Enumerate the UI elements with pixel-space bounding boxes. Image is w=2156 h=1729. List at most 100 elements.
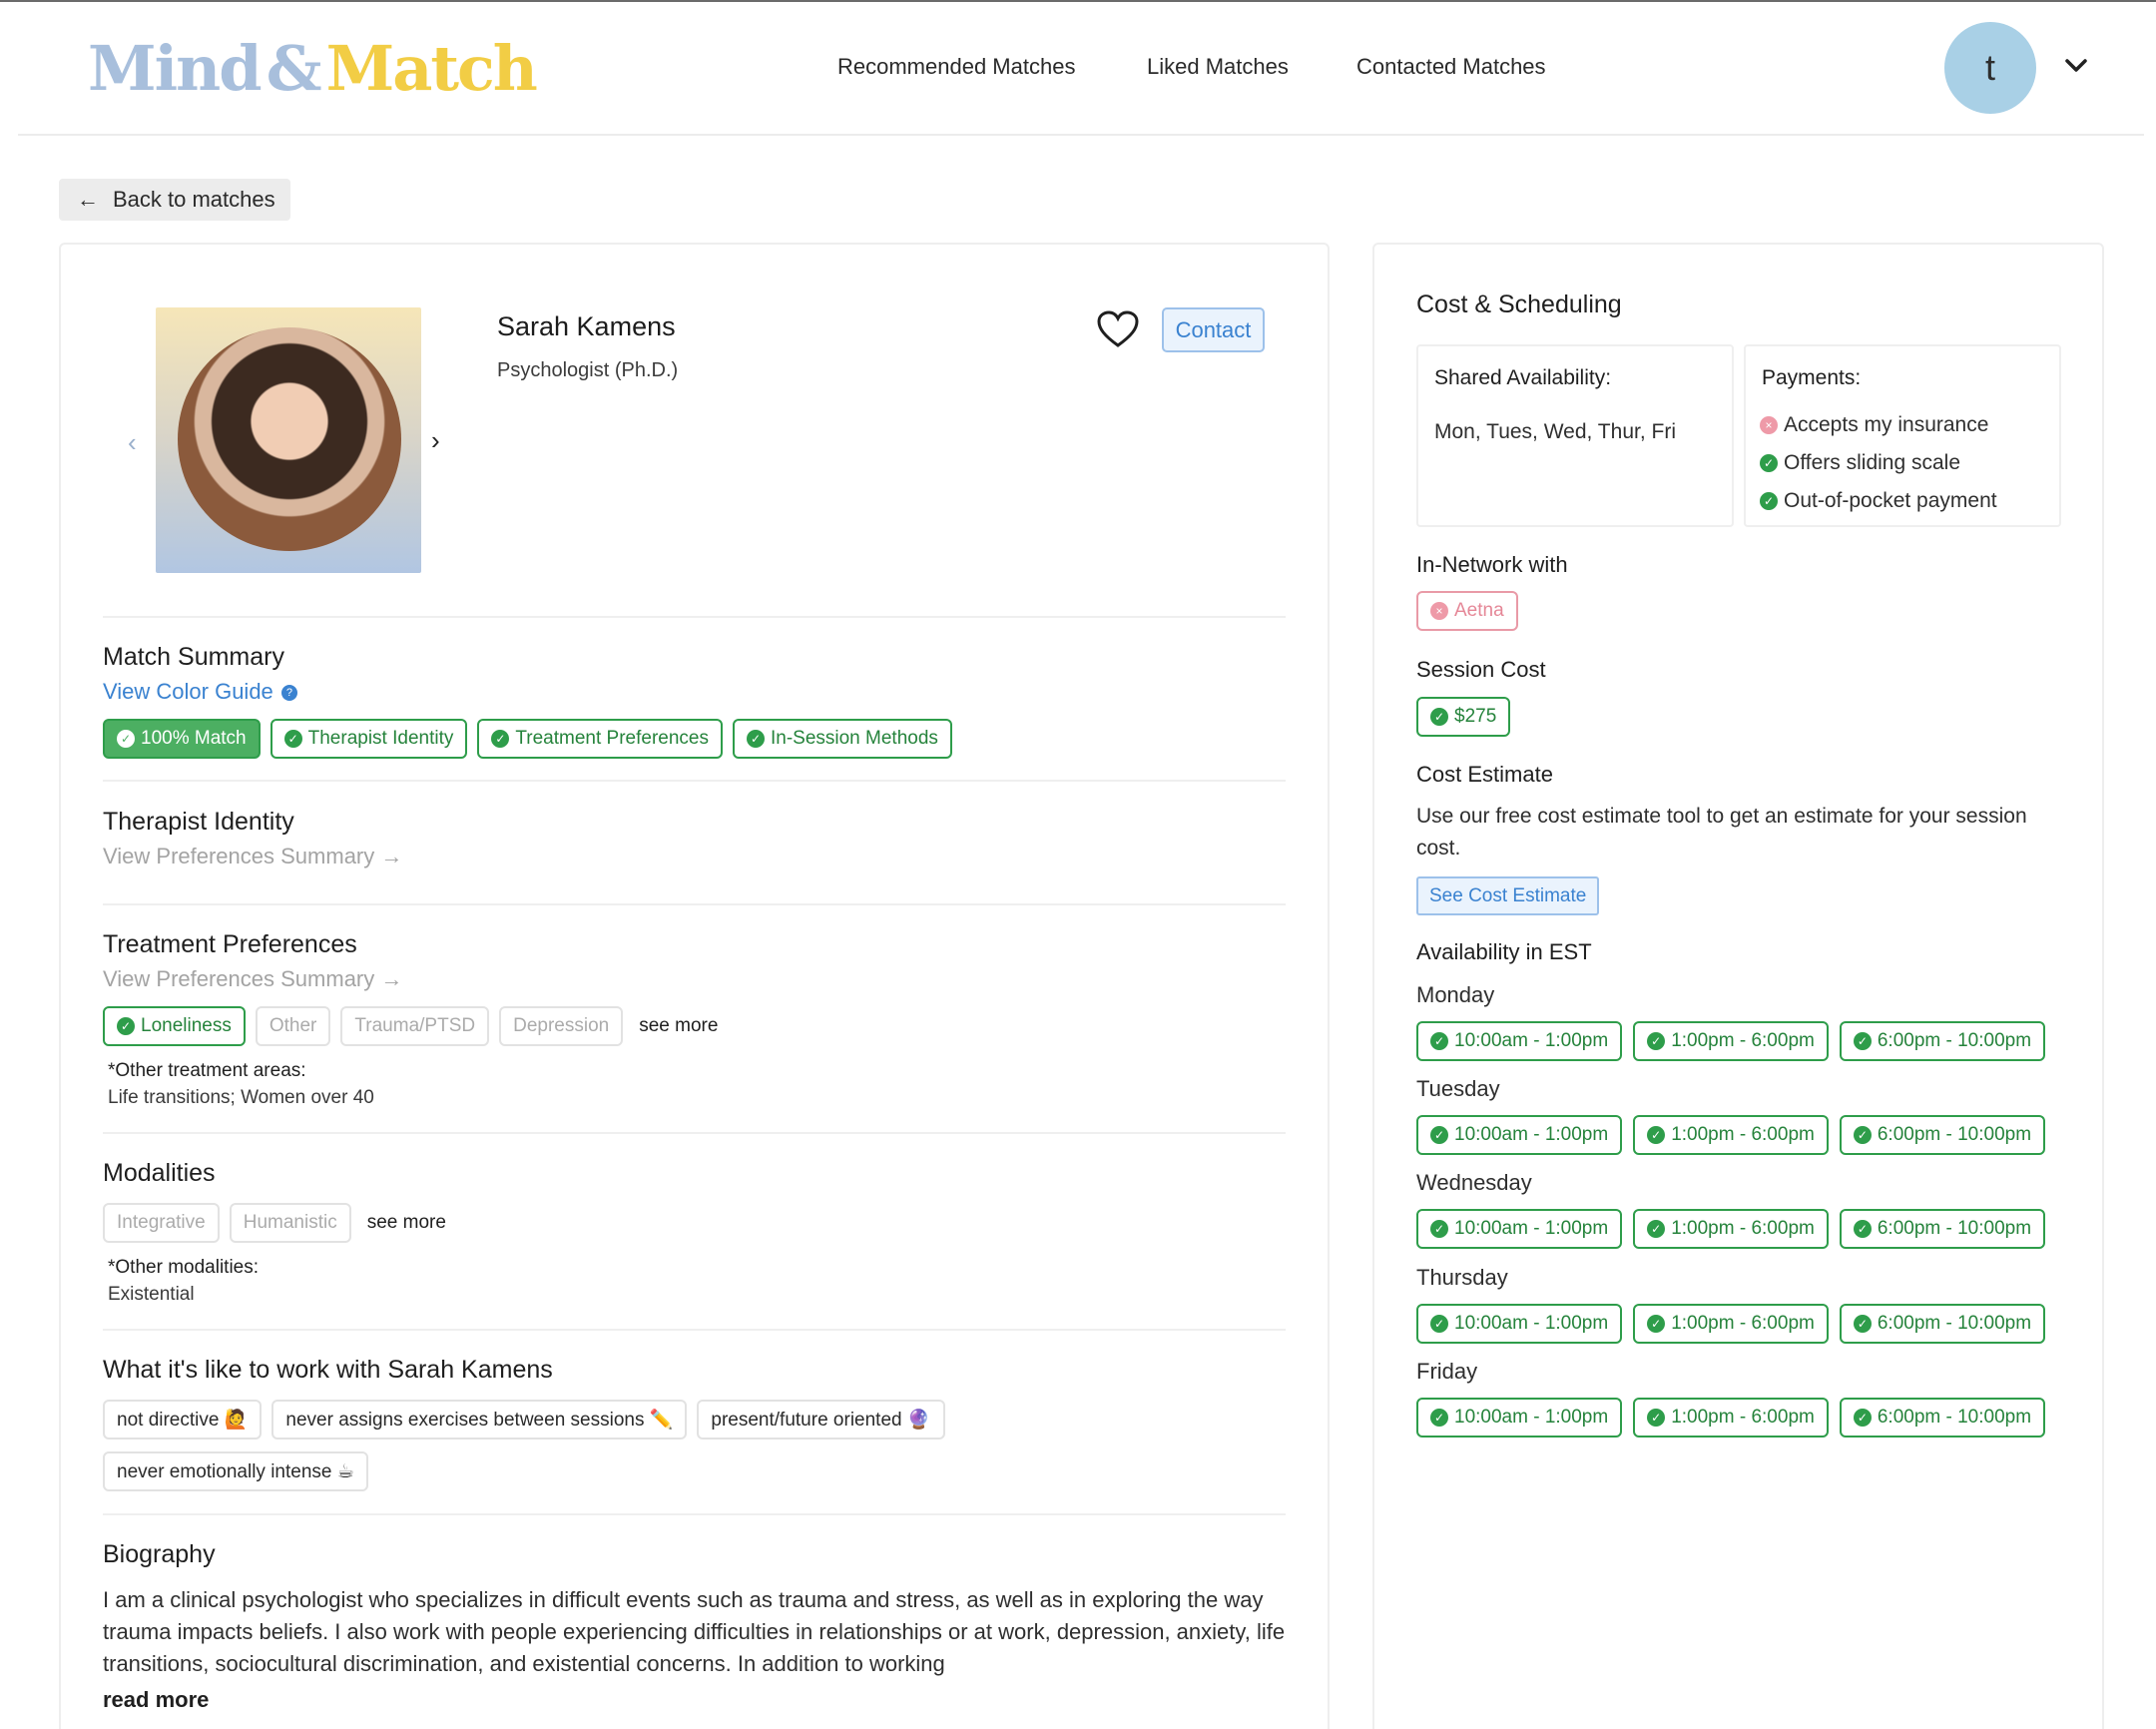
check-icon: ✓: [1430, 1220, 1448, 1238]
nav-recommended-matches[interactable]: Recommended Matches: [837, 54, 1075, 80]
slot-label: 6:00pm - 10:00pm: [1877, 1124, 2032, 1145]
slot-label: 10:00am - 1:00pm: [1454, 1030, 1609, 1051]
time-slot[interactable]: ✓ 6:00pm - 10:00pm: [1839, 1021, 2046, 1061]
time-slot[interactable]: ✓ 10:00am - 1:00pm: [1416, 1398, 1623, 1438]
carousel-next-icon[interactable]: ›: [431, 425, 440, 456]
logo-amp: &: [266, 32, 322, 105]
check-icon: ✓: [1853, 1032, 1872, 1050]
availability-title: Availability in EST: [1416, 939, 1592, 964]
modality-chip-integrative: Integrative: [103, 1203, 220, 1243]
chip-label: 100% Match: [141, 728, 247, 749]
slot-label: 1:00pm - 6:00pm: [1671, 1124, 1815, 1145]
check-icon: ✓: [1760, 454, 1778, 472]
treatment-preferences-title: Treatment Preferences: [103, 930, 357, 958]
slot-label: 6:00pm - 10:00pm: [1877, 1407, 2032, 1428]
payment-item-insurance: × Accepts my insurance: [1760, 406, 1997, 444]
work-with-title: What it's like to work with Sarah Kamens: [103, 1356, 553, 1384]
time-slot[interactable]: ✓ 1:00pm - 6:00pm: [1633, 1209, 1829, 1249]
divider: [103, 1329, 1286, 1331]
contact-button[interactable]: Contact: [1162, 307, 1265, 352]
slot-label: 1:00pm - 6:00pm: [1671, 1313, 1815, 1334]
slot-label: 10:00am - 1:00pm: [1454, 1407, 1609, 1428]
chip-label: Aetna: [1454, 600, 1504, 621]
therapist-identity-summary-link[interactable]: View Preferences Summary →: [103, 844, 402, 869]
time-slot[interactable]: ✓ 10:00am - 1:00pm: [1416, 1304, 1623, 1344]
check-icon: ✓: [117, 730, 135, 748]
slot-label: 1:00pm - 6:00pm: [1671, 1218, 1815, 1239]
chip-label: $275: [1454, 706, 1497, 727]
check-icon: ✓: [1647, 1032, 1666, 1050]
back-to-matches-button[interactable]: ← Back to matches: [59, 179, 290, 221]
day-wednesday: Wednesday: [1416, 1170, 1532, 1195]
view-color-guide-label: View Color Guide: [103, 679, 273, 704]
work-chip-not-intense: never emotionally intense ☕: [103, 1451, 368, 1491]
treatment-chip-loneliness: ✓ Loneliness: [103, 1006, 246, 1046]
modalities-see-more-link[interactable]: see more: [367, 1203, 446, 1243]
time-slot[interactable]: ✓ 10:00am - 1:00pm: [1416, 1115, 1623, 1155]
slot-label: 6:00pm - 10:00pm: [1877, 1313, 2032, 1334]
work-with-chips-row-1: not directive 🙋 never assigns exercises …: [103, 1400, 955, 1440]
time-slot[interactable]: ✓ 1:00pm - 6:00pm: [1633, 1304, 1829, 1344]
treatment-chips: ✓ Loneliness Other Trauma/PTSD Depression…: [103, 1006, 718, 1046]
payment-item-out-of-pocket: ✓ Out-of-pocket payment: [1760, 482, 1997, 520]
check-icon: ✓: [1430, 1409, 1448, 1427]
biography-title: Biography: [103, 1540, 216, 1568]
time-slot[interactable]: ✓ 6:00pm - 10:00pm: [1839, 1209, 2046, 1249]
treatment-see-more-link[interactable]: see more: [639, 1006, 718, 1046]
carousel-prev-icon[interactable]: ‹: [128, 427, 137, 458]
slot-label: 1:00pm - 6:00pm: [1671, 1407, 1815, 1428]
user-avatar[interactable]: t: [1944, 22, 2036, 114]
see-cost-estimate-button[interactable]: See Cost Estimate: [1416, 876, 1600, 915]
modality-chip-humanistic: Humanistic: [229, 1203, 351, 1243]
time-slot[interactable]: ✓ 6:00pm - 10:00pm: [1839, 1115, 2046, 1155]
slot-label: 10:00am - 1:00pm: [1454, 1218, 1609, 1239]
heart-icon[interactable]: [1096, 309, 1140, 349]
x-circle-icon: ×: [1760, 416, 1778, 434]
check-icon: ✓: [1647, 1220, 1666, 1238]
slot-label: 6:00pm - 10:00pm: [1877, 1030, 2032, 1051]
session-cost-chip: ✓ $275: [1416, 697, 1511, 737]
slots-tuesday: ✓ 10:00am - 1:00pm ✓ 1:00pm - 6:00pm ✓ 6:00…: [1416, 1115, 2056, 1155]
treatment-chip-depression: Depression: [499, 1006, 624, 1046]
chevron-down-icon[interactable]: [2062, 54, 2090, 78]
time-slot[interactable]: ✓ 1:00pm - 6:00pm: [1633, 1398, 1829, 1438]
in-network-chip-aetna: × Aetna: [1416, 591, 1518, 631]
time-slot[interactable]: ✓ 1:00pm - 6:00pm: [1633, 1021, 1829, 1061]
treatment-chip-other: Other: [255, 1006, 331, 1046]
time-slot[interactable]: ✓ 10:00am - 1:00pm: [1416, 1021, 1623, 1061]
back-label: Back to matches: [113, 187, 275, 212]
divider: [103, 616, 1286, 618]
slot-label: 10:00am - 1:00pm: [1454, 1124, 1609, 1145]
other-treatment-text: Life transitions; Women over 40: [108, 1087, 374, 1108]
time-slot[interactable]: ✓ 1:00pm - 6:00pm: [1633, 1115, 1829, 1155]
cost-scheduling-title: Cost & Scheduling: [1416, 290, 1622, 318]
payments-label: Payments:: [1762, 366, 1862, 389]
view-color-guide-link[interactable]: View Color Guide ?: [103, 679, 297, 705]
read-more-link[interactable]: read more: [103, 1687, 209, 1713]
time-slot[interactable]: ✓ 6:00pm - 10:00pm: [1839, 1304, 2046, 1344]
time-slot[interactable]: ✓ 6:00pm - 10:00pm: [1839, 1398, 2046, 1438]
in-network-label: In-Network with: [1416, 552, 1568, 577]
treatment-chip-trauma: Trauma/PTSD: [340, 1006, 490, 1046]
treatment-preferences-summary-link[interactable]: View Preferences Summary →: [103, 966, 402, 992]
check-icon: ✓: [1647, 1126, 1666, 1144]
nav-contacted-matches[interactable]: Contacted Matches: [1356, 54, 1546, 80]
slots-wednesday: ✓ 10:00am - 1:00pm ✓ 1:00pm - 6:00pm ✓ 6:00…: [1416, 1209, 2056, 1249]
help-icon[interactable]: ?: [280, 685, 297, 702]
other-treatment-label: *Other treatment areas:: [108, 1060, 306, 1081]
in-network-chips: × Aetna: [1416, 591, 1528, 631]
nav-liked-matches[interactable]: Liked Matches: [1147, 54, 1289, 80]
check-icon: ✓: [1430, 1126, 1448, 1144]
work-chip-no-exercises: never assigns exercises between sessions…: [271, 1400, 688, 1440]
time-slot[interactable]: ✓ 10:00am - 1:00pm: [1416, 1209, 1623, 1249]
check-icon: ✓: [1853, 1220, 1872, 1238]
match-chip-100: ✓ 100% Match: [103, 719, 261, 759]
check-icon: ✓: [1647, 1409, 1666, 1427]
divider: [103, 1132, 1286, 1134]
therapist-name: Sarah Kamens: [497, 311, 676, 341]
day-monday: Monday: [1416, 982, 1495, 1007]
logo[interactable]: Mind&Match: [88, 32, 538, 105]
payment-label: Accepts my insurance: [1784, 413, 1989, 436]
shared-availability-label: Shared Availability:: [1434, 366, 1612, 389]
divider: [103, 1513, 1286, 1515]
